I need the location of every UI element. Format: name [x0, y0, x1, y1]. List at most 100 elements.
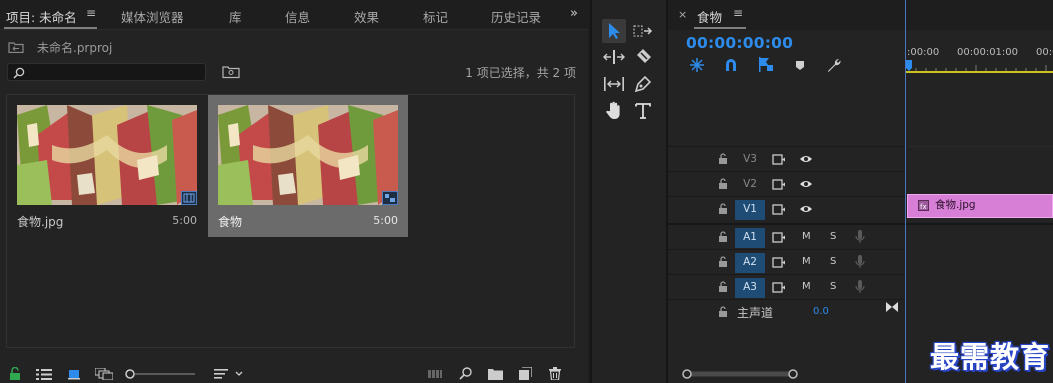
mute-button[interactable]: M	[802, 281, 811, 292]
mute-button[interactable]: M	[802, 231, 811, 242]
track-name[interactable]: A1	[735, 228, 765, 248]
bowtie-icon[interactable]	[886, 302, 898, 312]
snap-nest-icon[interactable]	[690, 58, 704, 72]
lock-open-icon[interactable]	[9, 367, 21, 380]
add-marker-icon[interactable]	[795, 60, 805, 71]
zoom-slider[interactable]	[125, 369, 195, 379]
solo-button[interactable]: S	[830, 281, 836, 292]
sync-lock-film-icon[interactable]	[772, 154, 786, 165]
sort-icons-icon[interactable]	[214, 368, 244, 380]
horizontal-scrollbar[interactable]	[682, 368, 802, 380]
eye-icon[interactable]	[799, 154, 813, 164]
master-volume-value[interactable]: 0.0	[813, 306, 829, 317]
sync-lock-film-icon[interactable]	[772, 232, 786, 243]
new-search-bin-icon[interactable]	[222, 65, 240, 79]
eye-icon[interactable]	[799, 204, 813, 214]
ruler-label: 00:0	[1036, 47, 1053, 58]
pen-tool-button[interactable]	[631, 72, 655, 96]
lock-icon[interactable]	[718, 256, 728, 268]
tab-info[interactable]: 信息	[285, 7, 310, 26]
close-icon[interactable]: ×	[678, 8, 687, 21]
tab-effects[interactable]: 效果	[354, 7, 379, 26]
time-ruler[interactable]	[906, 60, 1053, 74]
linked-selection-icon[interactable]	[758, 57, 774, 72]
lock-icon[interactable]	[718, 178, 728, 190]
lock-icon[interactable]	[718, 281, 728, 293]
freeform-view-icon[interactable]	[95, 368, 113, 380]
type-t-icon	[635, 103, 651, 119]
trash-icon[interactable]	[549, 367, 561, 380]
tab-media-browser[interactable]: 媒体浏览器	[121, 7, 184, 26]
search-icon	[13, 67, 25, 79]
item-thumbnail	[17, 105, 197, 205]
selection-count: 1 项已选择，共 2 项	[465, 66, 576, 80]
wrench-settings-icon[interactable]	[825, 57, 841, 73]
project-panel: 项目: 未命名 ≡ 媒体浏览器 库 信息 效果 标记 历史记录 » 未命名.pr…	[0, 0, 588, 383]
microphone-icon[interactable]	[855, 280, 865, 294]
mute-button[interactable]: M	[802, 256, 811, 267]
lock-icon[interactable]	[718, 231, 728, 243]
folder-up-icon[interactable]	[8, 41, 24, 53]
ripple-edit-tool-button[interactable]	[602, 45, 626, 69]
panel-menu-icon[interactable]: ≡	[733, 6, 743, 20]
automate-to-sequence-icon[interactable]	[428, 369, 442, 379]
track-select-tool-button[interactable]	[631, 19, 655, 43]
selection-tool-button[interactable]	[602, 19, 626, 43]
sync-lock-film-icon[interactable]	[772, 257, 786, 268]
project-file-name: 未命名.prproj	[37, 41, 113, 55]
find-icon[interactable]	[459, 367, 472, 380]
tab-project[interactable]: 项目: 未命名	[6, 7, 77, 26]
solo-button[interactable]: S	[830, 231, 836, 242]
sync-lock-film-icon[interactable]	[772, 179, 786, 190]
playhead-timecode[interactable]: 00:00:00:00	[686, 34, 793, 52]
timeline-clip[interactable]: fx 食物.jpg	[907, 194, 1053, 218]
bin-item-image[interactable]: 食物.jpg 5:00	[7, 95, 207, 237]
chevron-double-right-icon[interactable]: »	[570, 6, 578, 21]
snap-magnet-icon[interactable]	[724, 58, 738, 72]
fx-badge-icon: fx	[918, 200, 929, 211]
tools-panel	[590, 0, 668, 383]
icon-view-icon[interactable]	[68, 368, 80, 380]
timeline-panel: × 食物 ≡ 00:00:00:00 V3 V2 V1 A1 M S A2 M …	[668, 0, 1053, 383]
panel-menu-icon[interactable]: ≡	[86, 6, 96, 20]
project-tab-bar: 项目: 未命名 ≡ 媒体浏览器 库 信息 效果 标记 历史记录 »	[0, 0, 588, 30]
sequence-badge-icon	[385, 194, 395, 202]
track-name[interactable]: A3	[735, 278, 765, 298]
slip-tool-button[interactable]	[602, 72, 626, 96]
sync-lock-film-icon[interactable]	[772, 282, 786, 293]
microphone-icon[interactable]	[855, 255, 865, 269]
list-view-icon[interactable]	[36, 369, 52, 380]
track-name[interactable]: V1	[735, 200, 765, 220]
track-name[interactable]: A2	[735, 253, 765, 273]
track-row-v1: V1	[668, 196, 905, 221]
razor-tool-button[interactable]	[631, 45, 655, 69]
type-tool-button[interactable]	[631, 99, 655, 123]
tab-library[interactable]: 库	[229, 7, 242, 26]
sandwich-thumbnail-image	[218, 105, 398, 205]
solo-button[interactable]: S	[830, 256, 836, 267]
lock-icon[interactable]	[718, 203, 728, 215]
tab-history[interactable]: 历史记录	[491, 7, 541, 26]
search-input[interactable]	[7, 63, 206, 81]
lock-icon[interactable]	[718, 153, 728, 165]
hand-icon	[606, 101, 620, 119]
image-type-badge	[181, 191, 197, 205]
track-name[interactable]: V3	[735, 150, 765, 170]
tab-sequence[interactable]: 食物	[697, 7, 722, 26]
new-bin-icon[interactable]	[488, 368, 503, 380]
track-row-v3: V3	[668, 146, 905, 171]
microphone-icon[interactable]	[855, 230, 865, 244]
sequence-area[interactable]: :00:00 00:00:01:00 00:0	[905, 0, 1053, 383]
bin-item-sequence[interactable]: 食物 5:00	[208, 95, 408, 237]
svg-text:fx: fx	[920, 203, 927, 211]
tab-markers[interactable]: 标记	[423, 7, 448, 26]
sync-lock-film-icon[interactable]	[772, 204, 786, 215]
sandwich-thumbnail-image	[17, 105, 197, 205]
ruler-label: :00:00	[907, 47, 940, 58]
lock-icon[interactable]	[718, 306, 728, 318]
item-thumbnail	[218, 105, 398, 205]
hand-tool-button[interactable]	[602, 99, 626, 123]
eye-icon[interactable]	[799, 179, 813, 189]
new-item-icon[interactable]	[519, 367, 532, 380]
track-name[interactable]: V2	[735, 175, 765, 195]
